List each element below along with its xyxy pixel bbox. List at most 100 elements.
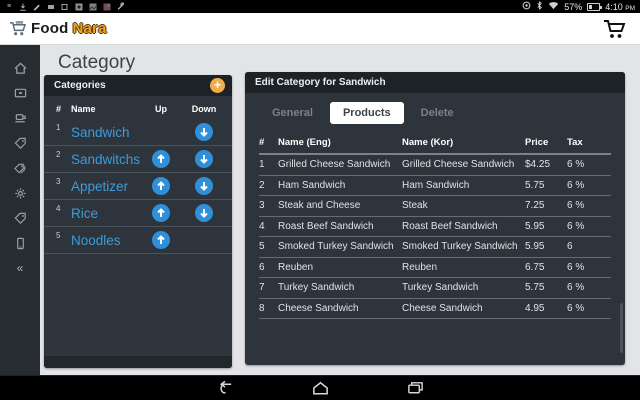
product-name-eng: Steak and Cheese bbox=[278, 200, 402, 211]
move-up-button[interactable] bbox=[152, 231, 170, 249]
clock-label: 4:10 PM bbox=[605, 2, 635, 12]
download-icon bbox=[19, 3, 27, 11]
products-table: # Name (Eng) Name (Kor) Price Tax 1 Gril… bbox=[259, 131, 611, 319]
sidebar: « bbox=[0, 45, 40, 375]
col-down: Down bbox=[180, 104, 228, 114]
arrow-down-icon bbox=[199, 208, 209, 218]
categories-panel: Categories + # Name Up Down 1 Sandwich 2… bbox=[44, 75, 232, 368]
product-num: 2 bbox=[259, 180, 278, 191]
category-name-link[interactable]: Sandwitchs bbox=[71, 152, 142, 167]
recents-button[interactable] bbox=[406, 380, 425, 396]
arrow-down-icon bbox=[199, 181, 209, 191]
tab-products[interactable]: Products bbox=[330, 102, 404, 124]
product-name-kor: Smoked Turkey Sandwich bbox=[402, 241, 525, 252]
add-category-button[interactable]: + bbox=[210, 78, 225, 93]
move-up-button[interactable] bbox=[152, 177, 170, 195]
category-name-link[interactable]: Appetizer bbox=[71, 179, 142, 194]
product-row[interactable]: 1 Grilled Cheese Sandwich Grilled Cheese… bbox=[259, 155, 611, 176]
tab-delete[interactable]: Delete bbox=[408, 102, 467, 124]
wrench-icon bbox=[117, 3, 125, 11]
android-nav-bar bbox=[0, 375, 640, 400]
app-notification-icon bbox=[103, 3, 111, 11]
app-notification-icon bbox=[47, 3, 55, 11]
move-down-button[interactable] bbox=[195, 150, 213, 168]
home-icon[interactable] bbox=[13, 61, 28, 75]
app-notification-icon bbox=[61, 3, 69, 11]
edit-panel-title: Edit Category for Sandwich bbox=[255, 77, 386, 88]
product-num: 6 bbox=[259, 262, 278, 273]
tab-general[interactable]: General bbox=[259, 102, 326, 124]
product-row[interactable]: 5 Smoked Turkey Sandwich Smoked Turkey S… bbox=[259, 237, 611, 258]
bluetooth-icon bbox=[536, 1, 543, 12]
tag-icon[interactable] bbox=[13, 211, 28, 225]
product-num: 5 bbox=[259, 241, 278, 252]
product-price: 5.75 bbox=[525, 282, 567, 293]
product-price: 7.25 bbox=[525, 200, 567, 211]
product-row[interactable]: 4 Roast Beef Sandwich Roast Beef Sandwic… bbox=[259, 217, 611, 238]
app-notification-icon bbox=[89, 3, 97, 11]
product-tax: 6 % bbox=[567, 262, 611, 273]
move-down-button[interactable] bbox=[195, 177, 213, 195]
arrow-up-icon bbox=[156, 181, 166, 191]
product-price: 6.75 bbox=[525, 262, 567, 273]
product-tax: 6 % bbox=[567, 180, 611, 191]
product-name-kor: Ham Sandwich bbox=[402, 180, 525, 191]
product-row[interactable]: 8 Cheese Sandwich Cheese Sandwich 4.95 6… bbox=[259, 299, 611, 320]
move-up-button[interactable] bbox=[152, 204, 170, 222]
move-down-button[interactable] bbox=[195, 204, 213, 222]
product-row[interactable]: 2 Ham Sandwich Ham Sandwich 5.75 6 % bbox=[259, 176, 611, 197]
category-row: 2 Sandwitchs bbox=[44, 146, 232, 173]
back-button[interactable] bbox=[216, 380, 235, 396]
product-name-eng: Roast Beef Sandwich bbox=[278, 221, 402, 232]
tag-icon[interactable] bbox=[13, 136, 28, 150]
product-tax: 6 % bbox=[567, 200, 611, 211]
col-num: # bbox=[56, 104, 71, 114]
brand-text-food: Food bbox=[31, 20, 68, 37]
category-name-link[interactable]: Noodles bbox=[71, 233, 142, 248]
product-name-eng: Ham Sandwich bbox=[278, 180, 402, 191]
cart-button[interactable] bbox=[602, 18, 626, 40]
categories-list: 1 Sandwich 2 Sandwitchs 3 Appetizer 4 Ri… bbox=[44, 119, 232, 254]
category-name-link[interactable]: Rice bbox=[71, 206, 142, 221]
move-up-button[interactable] bbox=[152, 150, 170, 168]
product-price: 4.95 bbox=[525, 303, 567, 314]
product-name-kor: Grilled Cheese Sandwich bbox=[402, 159, 525, 170]
product-name-kor: Roast Beef Sandwich bbox=[402, 221, 525, 232]
display-icon[interactable] bbox=[13, 86, 28, 100]
product-num: 8 bbox=[259, 303, 278, 314]
category-row: 4 Rice bbox=[44, 200, 232, 227]
collapse-sidebar-icon[interactable]: « bbox=[13, 261, 28, 275]
edit-icon bbox=[33, 3, 41, 11]
products-col-price: Price bbox=[525, 137, 567, 148]
products-col-num: # bbox=[259, 137, 278, 148]
battery-icon bbox=[587, 3, 600, 11]
category-row: 3 Appetizer bbox=[44, 173, 232, 200]
product-price: 5.75 bbox=[525, 180, 567, 191]
product-price: $4.25 bbox=[525, 159, 567, 170]
product-row[interactable]: 3 Steak and Cheese Steak 7.25 6 % bbox=[259, 196, 611, 217]
android-status-bar: ≡ 57% 4:10 PM bbox=[0, 0, 640, 13]
pos-terminal-icon[interactable] bbox=[13, 111, 28, 125]
arrow-up-icon bbox=[156, 154, 166, 164]
move-down-button[interactable] bbox=[195, 123, 213, 141]
gear-icon[interactable] bbox=[13, 186, 28, 200]
product-tax: 6 % bbox=[567, 221, 611, 232]
tags-icon[interactable] bbox=[13, 161, 28, 175]
battery-percent-label: 57% bbox=[564, 2, 582, 12]
category-name-link[interactable]: Sandwich bbox=[71, 125, 142, 140]
edit-tabs: General Products Delete bbox=[245, 93, 625, 124]
mobile-receipt-icon[interactable] bbox=[13, 236, 28, 250]
product-name-kor: Reuben bbox=[402, 262, 525, 273]
product-row[interactable]: 6 Reuben Reuben 6.75 6 % bbox=[259, 258, 611, 279]
category-row: 5 Noodles bbox=[44, 227, 232, 254]
product-price: 5.95 bbox=[525, 241, 567, 252]
notification-icon: ≡ bbox=[5, 3, 13, 11]
col-up: Up bbox=[142, 104, 180, 114]
wifi-icon bbox=[548, 1, 559, 12]
categories-panel-header: Categories + bbox=[44, 75, 232, 96]
arrow-up-icon bbox=[156, 208, 166, 218]
scrollbar-thumb[interactable] bbox=[620, 303, 623, 353]
product-name-kor: Cheese Sandwich bbox=[402, 303, 525, 314]
product-row[interactable]: 7 Turkey Sandwich Turkey Sandwich 5.75 6… bbox=[259, 278, 611, 299]
home-button[interactable] bbox=[311, 380, 330, 396]
